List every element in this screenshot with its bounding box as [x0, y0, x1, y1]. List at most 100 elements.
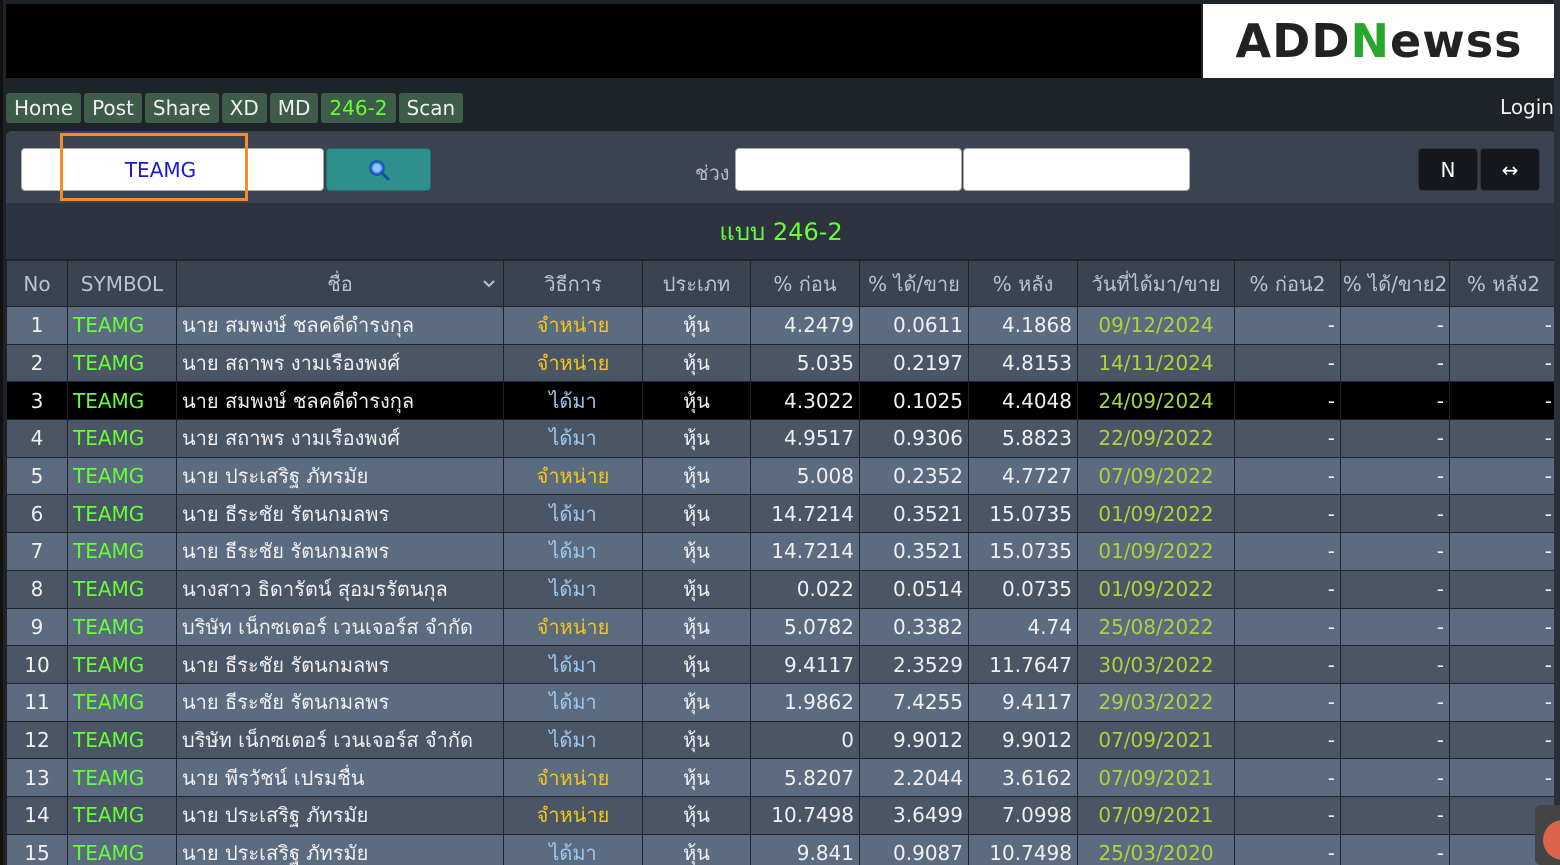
table-row[interactable]: 10 TEAMG นาย ธีระชัย รัตนกมลพร ได้มา หุ้น 9.4… — [6, 645, 1557, 684]
cell-no: 12 — [6, 720, 68, 760]
cell-after2: - — [1449, 569, 1557, 609]
col-header-symbol[interactable]: SYMBOL — [67, 260, 177, 307]
cell-after2: - — [1449, 682, 1557, 722]
table-row[interactable]: 11 TEAMG นาย ธีระชัย รัตนกมลพร ได้มา หุ้น 1.9… — [6, 682, 1557, 722]
col-header-before[interactable]: % ก่อน — [750, 260, 860, 307]
col-header-after[interactable]: % หลัง — [968, 260, 1078, 307]
site-logo[interactable]: ADDNewss — [1203, 4, 1555, 78]
cell-no: 2 — [6, 343, 68, 383]
search-icon — [368, 159, 389, 180]
expand-button[interactable]: ↔ — [1480, 148, 1540, 191]
cell-name: นาย ธีระชัย รัตนกมลพร — [176, 682, 504, 722]
cell-symbol[interactable]: TEAMG — [67, 343, 177, 383]
cell-change: 0.3521 — [859, 532, 969, 571]
cell-before: 0.022 — [750, 569, 860, 609]
cell-before2: - — [1234, 795, 1341, 835]
logo-text: ADDNewss — [1235, 14, 1523, 68]
table-header-row: No SYMBOL ชื่อ วิธีการ ประเภท % ก่อน % ไ… — [6, 260, 1557, 307]
cell-before: 14.7214 — [750, 532, 860, 571]
cell-method: จำหน่าย — [503, 758, 643, 797]
cell-method: ได้มา — [503, 833, 643, 865]
col-header-change[interactable]: % ได้/ขาย — [859, 260, 969, 307]
cell-before: 9.841 — [750, 833, 860, 865]
cell-symbol[interactable]: TEAMG — [67, 645, 177, 684]
cell-date: 25/03/2020 — [1077, 833, 1235, 865]
nav-246-2[interactable]: 246-2 — [321, 93, 396, 123]
cell-change: 0.2197 — [859, 343, 969, 383]
cell-before: 5.0782 — [750, 607, 860, 647]
cell-symbol[interactable]: TEAMG — [67, 758, 177, 797]
table-row[interactable]: 5 TEAMG นาย ประเสริฐ ภัทรมัย จำหน่าย หุ้น 5.0… — [6, 456, 1557, 496]
cell-symbol[interactable]: TEAMG — [67, 456, 177, 496]
table-row[interactable]: 12 TEAMG บริษัท เน็กซเตอร์ เวนเจอร์ส จำกัด… — [6, 720, 1557, 760]
cell-after: 4.8153 — [968, 343, 1078, 383]
range-end-input[interactable] — [963, 148, 1190, 191]
nav-share[interactable]: Share — [144, 93, 219, 123]
cell-symbol[interactable]: TEAMG — [67, 607, 177, 647]
cell-name: บริษัท เน็กซเตอร์ เวนเจอร์ส จำกัด — [176, 607, 504, 647]
table-row[interactable]: 3 TEAMG นาย สมพงษ์ ชลคดีดำรงกุล ได้มา หุ้น 4.… — [6, 381, 1557, 421]
table-row[interactable]: 13 TEAMG นาย พีรวัชน์ เปรมชื่น จำหน่าย หุ้น 5… — [6, 758, 1557, 797]
table-row[interactable]: 14 TEAMG นาย ประเสริฐ ภัทรมัย จำหน่าย หุ้น 10… — [6, 795, 1557, 835]
cell-symbol[interactable]: TEAMG — [67, 682, 177, 722]
cell-date: 22/09/2022 — [1077, 419, 1235, 458]
n-button[interactable]: N — [1418, 148, 1478, 191]
cell-name: นาย พีรวัชน์ เปรมชื่น — [176, 758, 504, 797]
col-header-before2[interactable]: % ก่อน2 — [1234, 260, 1341, 307]
table-row[interactable]: 8 TEAMG นางสาว ธิดารัตน์ สุอมรรัตนกุล ได้มา… — [6, 569, 1557, 609]
cell-change2: - — [1340, 645, 1450, 684]
cell-type: หุ้น — [642, 381, 751, 421]
range-start-input[interactable] — [735, 148, 962, 191]
cell-symbol[interactable]: TEAMG — [67, 494, 177, 534]
nav-xd[interactable]: XD — [221, 93, 267, 123]
cell-after: 15.0735 — [968, 494, 1078, 534]
col-header-no[interactable]: No — [6, 260, 68, 307]
table-row[interactable]: 9 TEAMG บริษัท เน็กซเตอร์ เวนเจอร์ส จำกัดจ… — [6, 607, 1557, 647]
cell-method: ได้มา — [503, 720, 643, 760]
col-header-type[interactable]: ประเภท — [642, 260, 751, 307]
cell-no: 6 — [6, 494, 68, 534]
table-row[interactable]: 7 TEAMG นาย ธีระชัย รัตนกมลพร ได้มา หุ้น 14.7… — [6, 532, 1557, 571]
nav-md[interactable]: MD — [269, 93, 319, 123]
cell-method: จำหน่าย — [503, 795, 643, 835]
symbol-search-input[interactable] — [21, 148, 324, 191]
cell-change2: - — [1340, 833, 1450, 865]
col-header-change2[interactable]: % ได้/ขาย2 — [1340, 260, 1450, 307]
col-header-after2[interactable]: % หลัง2 — [1449, 260, 1557, 307]
col-header-name[interactable]: ชื่อ — [176, 260, 504, 307]
cell-no: 11 — [6, 682, 68, 722]
cell-symbol[interactable]: TEAMG — [67, 419, 177, 458]
col-header-method[interactable]: วิธีการ — [503, 260, 643, 307]
cell-name: นาย ธีระชัย รัตนกมลพร — [176, 645, 504, 684]
nav-home[interactable]: Home — [6, 93, 82, 123]
cell-date: 01/09/2022 — [1077, 532, 1235, 571]
cell-symbol[interactable]: TEAMG — [67, 833, 177, 865]
expand-arrows-icon: ↔ — [1501, 157, 1519, 182]
cell-no: 8 — [6, 569, 68, 609]
cell-symbol[interactable]: TEAMG — [67, 569, 177, 609]
chevron-down-icon — [483, 279, 495, 287]
cell-change2: - — [1340, 720, 1450, 760]
cell-symbol[interactable]: TEAMG — [67, 720, 177, 760]
login-link[interactable]: Login — [1500, 95, 1554, 119]
search-button[interactable] — [326, 148, 431, 191]
cell-after: 4.74 — [968, 607, 1078, 647]
cell-symbol[interactable]: TEAMG — [67, 795, 177, 835]
cell-after: 5.8823 — [968, 419, 1078, 458]
nav-scan[interactable]: Scan — [398, 93, 464, 123]
cell-before: 5.8207 — [750, 758, 860, 797]
cell-type: หุ้น — [642, 494, 751, 534]
table-row[interactable]: 6 TEAMG นาย ธีระชัย รัตนกมลพร ได้มา หุ้น 14.7… — [6, 494, 1557, 534]
cell-symbol[interactable]: TEAMG — [67, 306, 177, 345]
table-row[interactable]: 1 TEAMG นาย สมพงษ์ ชลคดีดำรงกุล จำหน่าย หุ้น… — [6, 306, 1557, 345]
cell-symbol[interactable]: TEAMG — [67, 381, 177, 421]
table-row[interactable]: 4 TEAMG นาย สถาพร งามเรืองพงศ์ ได้มา หุ้น 4.9… — [6, 419, 1557, 458]
scrollbar[interactable] — [1554, 0, 1560, 865]
cell-no: 15 — [6, 833, 68, 865]
cell-date: 07/09/2021 — [1077, 795, 1235, 835]
nav-post[interactable]: Post — [84, 93, 142, 123]
table-row[interactable]: 2 TEAMG นาย สถาพร งามเรืองพงศ์ จำหน่าย หุ้น 5… — [6, 343, 1557, 383]
table-row[interactable]: 15 TEAMG นาย ประเสริฐ ภัทรมัย ได้มา หุ้น 9.84… — [6, 833, 1557, 865]
cell-symbol[interactable]: TEAMG — [67, 532, 177, 571]
col-header-date[interactable]: วันที่ได้มา/ขาย — [1077, 260, 1235, 307]
